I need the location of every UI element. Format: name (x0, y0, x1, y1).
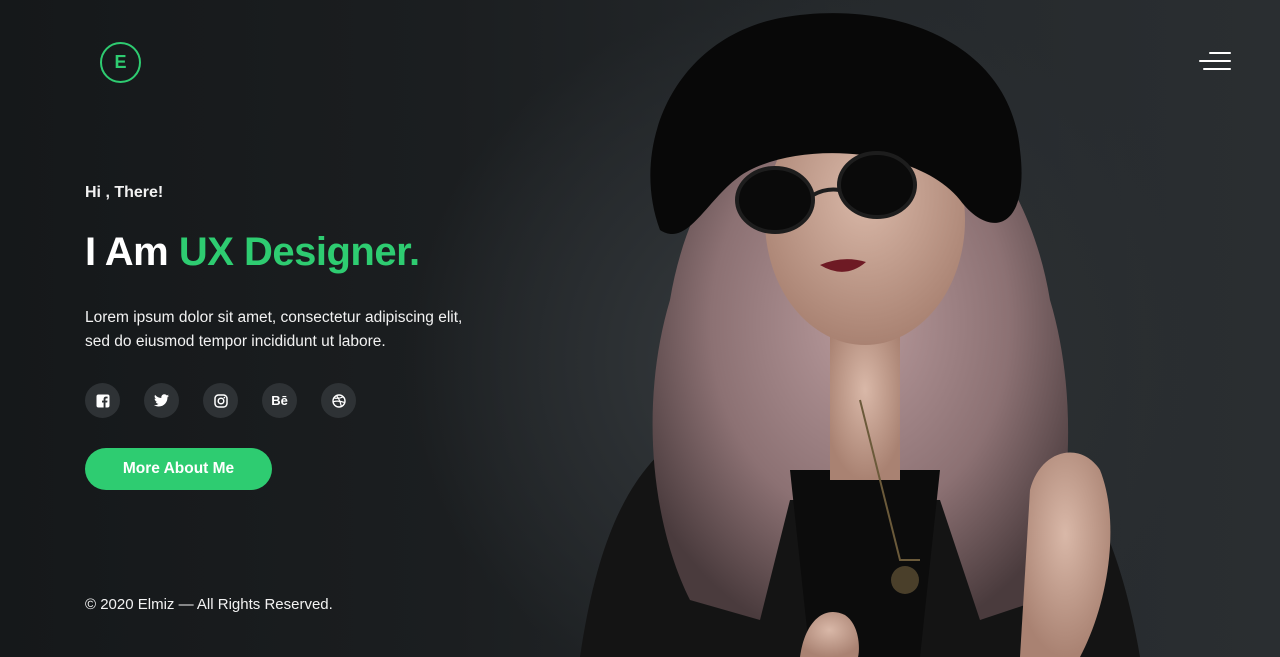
instagram-link[interactable] (203, 383, 238, 418)
headline-prefix: I Am (85, 230, 169, 274)
brand-logo[interactable]: E (100, 42, 141, 83)
menu-line (1209, 52, 1231, 54)
headline-accent: UX Designer. (178, 230, 420, 274)
instagram-icon (213, 393, 228, 408)
menu-line (1203, 68, 1231, 70)
hero-portrait-image (580, 13, 1140, 657)
hero-description: Lorem ipsum dolor sit amet, consectetur … (85, 309, 463, 350)
footer-copyright: © 2020 Elmiz — All Rights Reserved. (85, 596, 333, 613)
facebook-icon (96, 394, 109, 408)
twitter-icon (154, 394, 169, 407)
behance-icon: Bē (271, 393, 288, 408)
menu-line (1199, 60, 1231, 62)
dribbble-link[interactable] (321, 383, 356, 418)
hero-greeting: Hi , There! (85, 184, 164, 201)
behance-link[interactable]: Bē (262, 383, 297, 418)
twitter-link[interactable] (144, 383, 179, 418)
logo-letter: E (114, 52, 127, 72)
facebook-link[interactable] (85, 383, 120, 418)
hamburger-menu-icon[interactable] (1199, 52, 1231, 72)
hero-headline: I Am UX Designer. (85, 230, 420, 275)
social-links: Bē (85, 383, 356, 418)
dribbble-icon (331, 393, 346, 408)
more-about-me-button[interactable]: More About Me (85, 448, 272, 490)
